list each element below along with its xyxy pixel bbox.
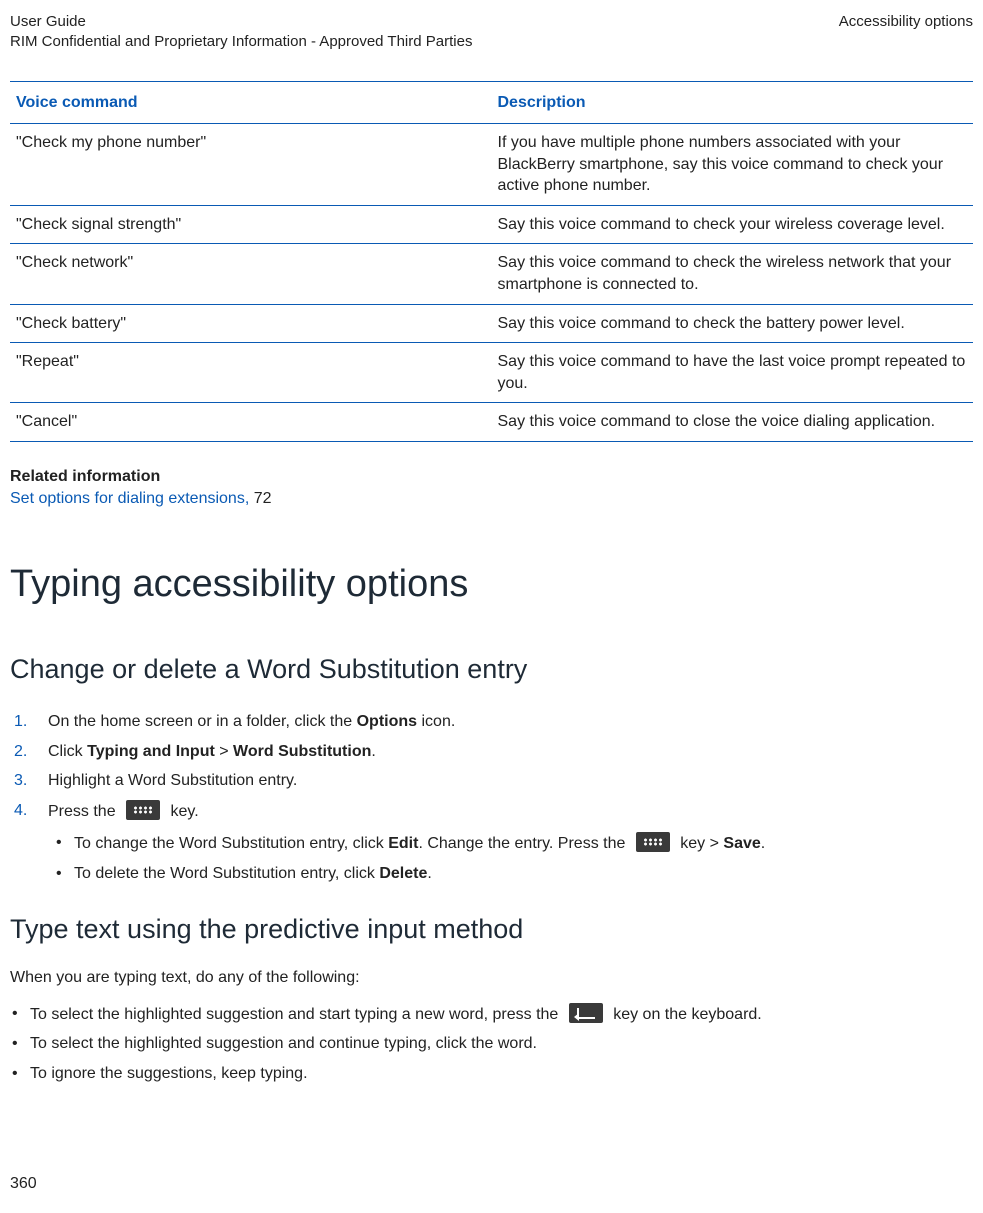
- step-text: icon.: [417, 713, 455, 730]
- voice-command-table: Voice command Description "Check my phon…: [10, 81, 973, 443]
- blackberry-key-icon: [126, 800, 160, 820]
- header-section-name: Accessibility options: [839, 12, 973, 53]
- bullet-text: To select the highlighted suggestion and…: [30, 1006, 563, 1023]
- bullet-bold: Edit: [388, 835, 418, 852]
- bullet-item: To select the highlighted suggestion and…: [10, 1029, 973, 1059]
- page-number: 360: [10, 1173, 37, 1195]
- step-bold: Options: [357, 713, 417, 730]
- cell-command: "Check signal strength": [10, 205, 492, 244]
- cell-command: "Check battery": [10, 304, 492, 343]
- bullet-bold: Save: [723, 835, 760, 852]
- table-row: "Repeat" Say this voice command to have …: [10, 343, 973, 403]
- bullet-text: .: [427, 865, 431, 882]
- bullet-text: key >: [676, 835, 724, 852]
- table-header-description: Description: [492, 81, 974, 124]
- bullet-item: To change the Word Substitution entry, c…: [54, 828, 973, 859]
- cell-description: Say this voice command to check the wire…: [492, 244, 974, 304]
- bullet-bold: Delete: [379, 865, 427, 882]
- related-info-page: 72: [254, 490, 272, 507]
- cell-description: Say this voice command to check the batt…: [492, 304, 974, 343]
- subsection-heading-predictive-input: Type text using the predictive input met…: [10, 911, 973, 947]
- cell-description: If you have multiple phone numbers assoc…: [492, 124, 974, 206]
- cell-description: Say this voice command to have the last …: [492, 343, 974, 403]
- table-row: "Cancel" Say this voice command to close…: [10, 403, 973, 442]
- header-subtitle: RIM Confidential and Proprietary Informa…: [10, 32, 472, 52]
- cell-command: "Check my phone number": [10, 124, 492, 206]
- step-text: On the home screen or in a folder, click…: [48, 713, 357, 730]
- cell-command: "Cancel": [10, 403, 492, 442]
- table-row: "Check network" Say this voice command t…: [10, 244, 973, 304]
- step-item: Click Typing and Input > Word Substituti…: [10, 737, 973, 767]
- table-row: "Check my phone number" If you have mult…: [10, 124, 973, 206]
- bullet-text: . Change the entry. Press the: [418, 835, 629, 852]
- step-bold: Word Substitution: [233, 743, 371, 760]
- bullet-text: .: [761, 835, 765, 852]
- related-information: Related information Set options for dial…: [10, 466, 973, 509]
- step-text: Click: [48, 743, 87, 760]
- table-row: "Check signal strength" Say this voice c…: [10, 205, 973, 244]
- bullet-list: To select the highlighted suggestion and…: [10, 999, 973, 1089]
- step-item: On the home screen or in a folder, click…: [10, 707, 973, 737]
- step-item: Press the key. To change the Word Substi…: [10, 796, 973, 893]
- header-left: User Guide RIM Confidential and Propriet…: [10, 12, 472, 53]
- bullet-text: To ignore the suggestions, keep typing.: [30, 1065, 308, 1082]
- step-text: .: [371, 743, 375, 760]
- bullet-item: To ignore the suggestions, keep typing.: [10, 1059, 973, 1089]
- intro-text: When you are typing text, do any of the …: [10, 967, 973, 989]
- step-text: Highlight a Word Substitution entry.: [48, 772, 297, 789]
- step-text: >: [215, 743, 233, 760]
- header-title: User Guide: [10, 12, 472, 32]
- table-header-command: Voice command: [10, 81, 492, 124]
- subsection-heading-word-substitution: Change or delete a Word Substitution ent…: [10, 651, 973, 687]
- bullet-text: To change the Word Substitution entry, c…: [74, 835, 388, 852]
- cell-description: Say this voice command to close the voic…: [492, 403, 974, 442]
- enter-key-icon: [569, 1003, 603, 1023]
- related-info-heading: Related information: [10, 466, 973, 488]
- bullet-text: To select the highlighted suggestion and…: [30, 1035, 537, 1052]
- bullet-text: key on the keyboard.: [609, 1006, 762, 1023]
- blackberry-key-icon: [636, 832, 670, 852]
- bullet-item: To select the highlighted suggestion and…: [10, 999, 973, 1030]
- cell-description: Say this voice command to check your wir…: [492, 205, 974, 244]
- sub-bullet-list: To change the Word Substitution entry, c…: [54, 828, 973, 888]
- step-text: Press the: [48, 803, 120, 820]
- bullet-text: To delete the Word Substitution entry, c…: [74, 865, 379, 882]
- step-bold: Typing and Input: [87, 743, 215, 760]
- cell-command: "Repeat": [10, 343, 492, 403]
- table-row: "Check battery" Say this voice command t…: [10, 304, 973, 343]
- step-item: Highlight a Word Substitution entry.: [10, 766, 973, 796]
- section-heading-typing-accessibility: Typing accessibility options: [10, 559, 973, 610]
- steps-list: On the home screen or in a folder, click…: [10, 707, 973, 893]
- step-text: key.: [166, 803, 199, 820]
- related-info-link[interactable]: Set options for dialing extensions,: [10, 490, 254, 507]
- cell-command: "Check network": [10, 244, 492, 304]
- page-header: User Guide RIM Confidential and Propriet…: [10, 12, 973, 53]
- bullet-item: To delete the Word Substitution entry, c…: [54, 859, 973, 889]
